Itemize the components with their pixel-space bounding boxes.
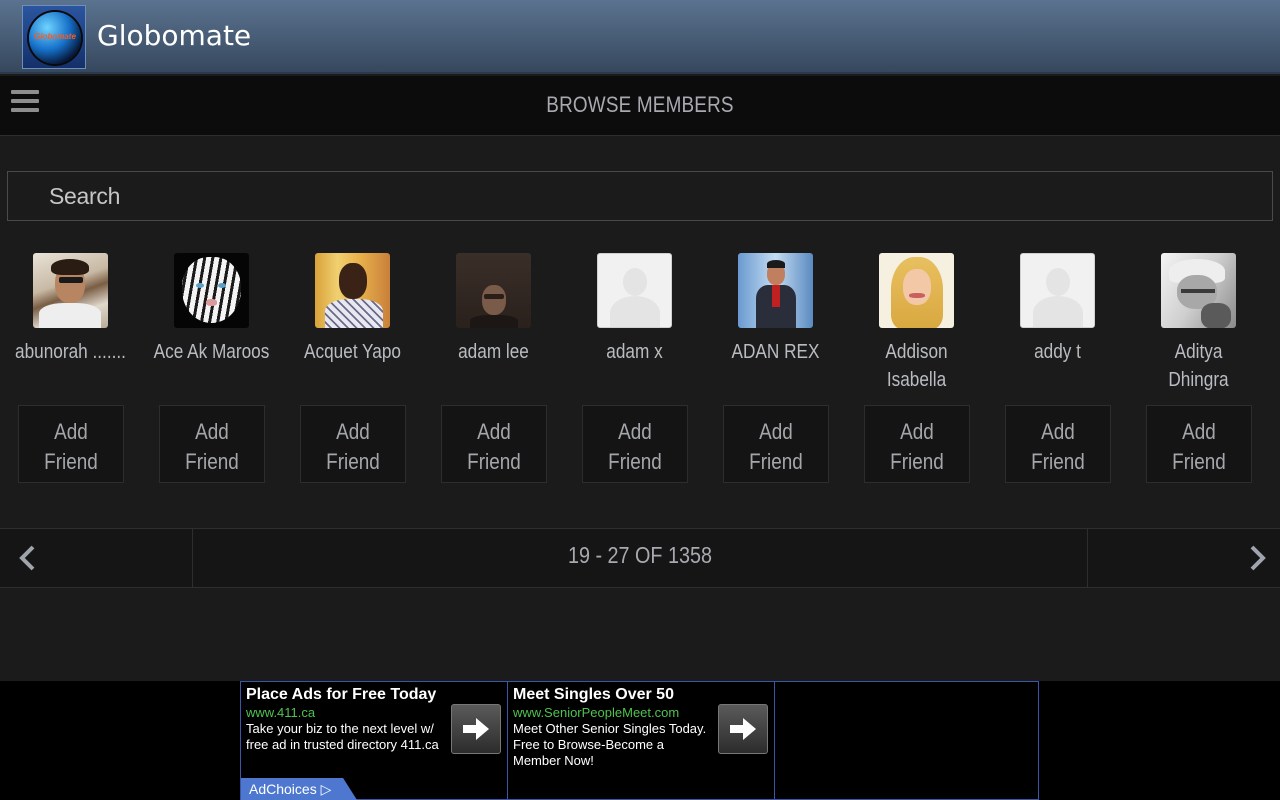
- chevron-left-icon: [19, 545, 35, 571]
- member-name[interactable]: adam x: [574, 338, 695, 366]
- add-friend-button[interactable]: Add Friend: [582, 405, 688, 483]
- member-avatar[interactable]: [174, 253, 249, 328]
- pagination-bar: 19 - 27 OF 1358: [0, 528, 1280, 588]
- member-card: addy t: [987, 253, 1128, 366]
- member-name[interactable]: ADAN REX: [715, 338, 836, 366]
- member-avatar[interactable]: [738, 253, 813, 328]
- add-friend-button[interactable]: Add Friend: [18, 405, 124, 483]
- logo-text: Globomate: [34, 32, 76, 41]
- add-friend-button[interactable]: Add Friend: [1005, 405, 1111, 483]
- adchoices-label: AdChoices: [249, 781, 317, 797]
- add-friend-button[interactable]: Add Friend: [864, 405, 970, 483]
- member-name[interactable]: Addison Isabella: [856, 338, 977, 394]
- member-avatar[interactable]: [33, 253, 108, 328]
- member-card: ADAN REX: [705, 253, 846, 366]
- ad-go-button[interactable]: [718, 704, 768, 754]
- member-name[interactable]: Ace Ak Maroos: [151, 338, 272, 366]
- add-friend-button[interactable]: Add Friend: [441, 405, 547, 483]
- member-card: Addison Isabella: [846, 253, 987, 394]
- member-card: Ace Ak Maroos: [141, 253, 282, 366]
- ad-url[interactable]: www.411.ca: [246, 705, 315, 720]
- member-name[interactable]: Aditya Dhingra: [1138, 338, 1259, 394]
- adchoices-badge[interactable]: AdChoices ▷: [241, 778, 357, 800]
- ad-title[interactable]: Meet Singles Over 50: [513, 686, 674, 704]
- ad-banner: Place Ads for Free Today www.411.ca Take…: [240, 681, 1039, 800]
- next-page-button[interactable]: [1087, 529, 1280, 587]
- member-avatar[interactable]: [456, 253, 531, 328]
- add-friend-button[interactable]: Add Friend: [159, 405, 265, 483]
- adchoices-icon: ▷: [320, 781, 332, 797]
- ad-unit[interactable]: Meet Singles Over 50 www.SeniorPeopleMee…: [508, 682, 775, 799]
- page-header: BROWSE MEMBERS: [0, 76, 1280, 136]
- search-field[interactable]: [7, 171, 1273, 221]
- hamburger-menu-icon[interactable]: [11, 90, 39, 114]
- ad-title[interactable]: Place Ads for Free Today: [246, 686, 436, 704]
- add-friend-button[interactable]: Add Friend: [300, 405, 406, 483]
- previous-page-button[interactable]: [0, 529, 193, 587]
- page-range-label: 19 - 27 OF 1358: [567, 542, 713, 568]
- member-avatar[interactable]: [315, 253, 390, 328]
- member-card: abunorah .......: [0, 253, 141, 366]
- member-avatar[interactable]: [597, 253, 672, 328]
- ad-text: Take your biz to the next level w/ free …: [246, 721, 439, 752]
- add-friend-button[interactable]: Add Friend: [723, 405, 829, 483]
- member-avatar[interactable]: [1161, 253, 1236, 328]
- arrow-right-icon: [730, 718, 756, 740]
- member-avatar[interactable]: [879, 253, 954, 328]
- ad-text: Meet Other Senior Singles Today. Free to…: [513, 721, 707, 768]
- ad-unit[interactable]: Place Ads for Free Today www.411.ca Take…: [241, 682, 508, 800]
- member-card: adam x: [564, 253, 705, 366]
- app-logo[interactable]: Globomate: [22, 5, 86, 69]
- page-title: BROWSE MEMBERS: [546, 92, 734, 117]
- member-avatar[interactable]: [1020, 253, 1095, 328]
- action-bar: Globomate Globomate: [0, 0, 1280, 74]
- member-card: Acquet Yapo: [282, 253, 423, 366]
- chevron-right-icon: [1250, 545, 1266, 571]
- ad-url[interactable]: www.SeniorPeopleMeet.com: [513, 705, 679, 720]
- ad-go-button[interactable]: [451, 704, 501, 754]
- add-friend-button[interactable]: Add Friend: [1146, 405, 1252, 483]
- member-name[interactable]: Acquet Yapo: [292, 338, 413, 366]
- member-name[interactable]: adam lee: [433, 338, 554, 366]
- search-input[interactable]: [8, 172, 1272, 220]
- member-card: adam lee: [423, 253, 564, 366]
- app-title: Globomate: [97, 19, 252, 52]
- arrow-right-icon: [463, 718, 489, 740]
- member-name[interactable]: addy t: [997, 338, 1118, 366]
- member-name[interactable]: abunorah .......: [10, 338, 131, 366]
- member-card: Aditya Dhingra: [1128, 253, 1269, 394]
